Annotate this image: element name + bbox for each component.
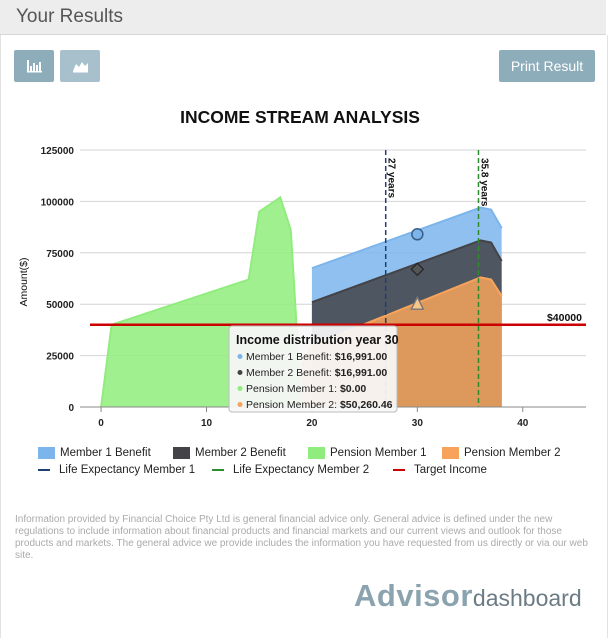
- logo-part2: dashboard: [472, 585, 582, 611]
- life-expectancy-label-2: 35.8 years: [478, 158, 489, 207]
- legend-pension-member2[interactable]: Pension Member 2: [442, 447, 561, 459]
- legend-swatch: [173, 447, 190, 459]
- legend-swatch: [308, 447, 325, 459]
- tooltip-row-value: $0.00: [340, 383, 366, 395]
- chart-title: INCOME STREAM ANALYSIS: [180, 107, 420, 127]
- y-tick-label: 0: [68, 403, 74, 414]
- tooltip-bullet: [237, 370, 243, 375]
- y-tick-label: 100000: [41, 197, 75, 208]
- legend-line: [393, 469, 405, 471]
- marker-member1-benefit: [411, 228, 424, 241]
- legend-pension-member1[interactable]: Pension Member 1: [308, 447, 427, 459]
- tooltip-bullet: [237, 354, 243, 359]
- target-income-label: $40000: [547, 312, 582, 324]
- y-tick-label: 50000: [46, 300, 74, 311]
- tooltip-row-value: $16,991.00: [335, 367, 388, 379]
- income-chart: INCOME STREAM ANALYSIS 0 25000 50000 75000 1…: [18, 107, 586, 429]
- legend-label: Pension Member 1: [330, 447, 427, 459]
- legend-label: Member 2 Benefit: [195, 447, 286, 459]
- legend-label: Member 1 Benefit: [60, 447, 151, 459]
- legend-swatch: [442, 447, 459, 459]
- legend-target-income[interactable]: Target Income: [393, 464, 487, 476]
- logo-part1: Advisor: [354, 578, 473, 613]
- tooltip-row-value: $16,991.00: [335, 351, 388, 363]
- disclaimer-text: Information provided by Financial Choice…: [15, 514, 588, 561]
- legend-label: Life Expectancy Member 2: [233, 464, 370, 476]
- legend-swatch: [38, 447, 55, 459]
- tooltip-row: Member 2 Benefit: $16,991.00: [246, 367, 387, 379]
- y-axis-label: Amount($): [18, 257, 30, 306]
- legend-line: [38, 469, 50, 471]
- x-tick-label: 0: [98, 418, 104, 429]
- life-expectancy-label-1: 27 years: [386, 158, 397, 198]
- tooltip-title: Income distribution year 30: [236, 333, 399, 347]
- tooltip-row-value: $50,260.46: [340, 399, 393, 411]
- legend-member2-benefit[interactable]: Member 2 Benefit: [173, 447, 286, 459]
- legend-life-expectancy-member2[interactable]: Life Expectancy Member 2: [212, 464, 369, 476]
- legend-label: Target Income: [414, 464, 487, 476]
- x-tick-label: 10: [201, 418, 213, 429]
- chart-tooltip: Income distribution year 30 Member 1 Ben…: [228, 325, 399, 413]
- tooltip-bullet: [237, 402, 243, 407]
- y-tick-label: 125000: [41, 146, 75, 157]
- legend-line: [212, 469, 224, 471]
- tooltip-row: Pension Member 1: $0.00: [246, 383, 366, 395]
- x-tick-label: 30: [412, 418, 424, 429]
- tooltip-row: Pension Member 2: $50,260.46: [246, 399, 393, 411]
- tooltip-bullet: [237, 386, 243, 391]
- legend-label: Pension Member 2: [464, 447, 561, 459]
- legend-member1-benefit[interactable]: Member 1 Benefit: [38, 447, 151, 459]
- legend-life-expectancy-member1[interactable]: Life Expectancy Member 1: [38, 464, 195, 476]
- legend-label: Life Expectancy Member 1: [59, 464, 196, 476]
- x-tick-label: 40: [517, 418, 529, 429]
- y-tick-label: 25000: [46, 352, 74, 363]
- advisor-dashboard-logo: Advisordashboard: [354, 578, 582, 614]
- y-tick-label: 75000: [46, 249, 74, 260]
- tooltip-row: Member 1 Benefit: $16,991.00: [246, 351, 387, 363]
- x-tick-label: 20: [306, 418, 318, 429]
